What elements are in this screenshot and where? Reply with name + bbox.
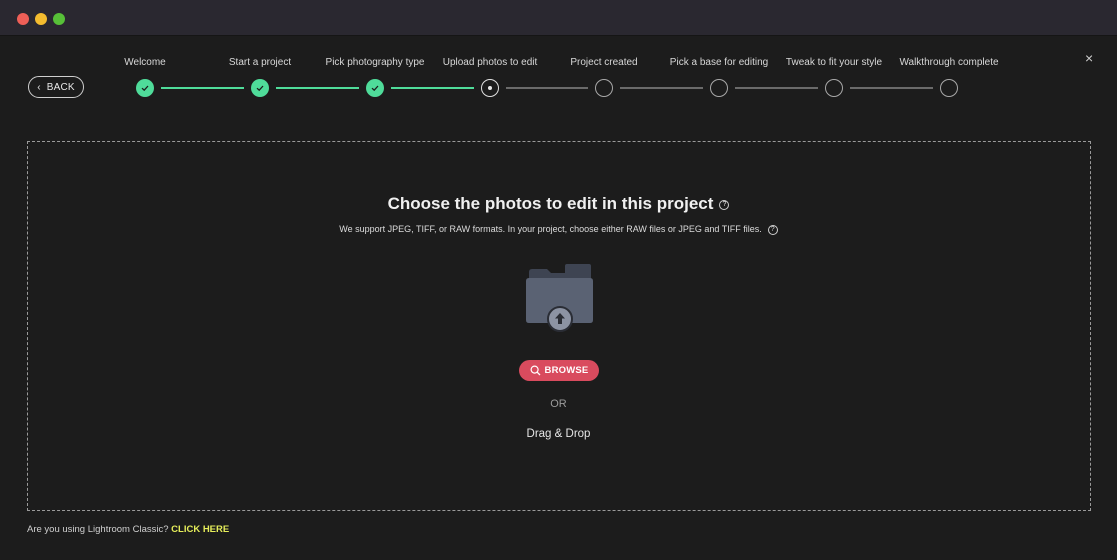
step-node-welcome	[136, 79, 154, 97]
close-window-button[interactable]	[17, 13, 29, 25]
drag-drop-label: Drag & Drop	[526, 428, 591, 440]
step-label-pick-base: Pick a base for editing	[669, 57, 769, 68]
check-icon	[371, 85, 379, 92]
page-title: Choose the photos to edit in this projec…	[0, 194, 1117, 214]
page-title-text: Choose the photos to edit in this projec…	[387, 194, 714, 213]
click-here-link[interactable]: CLICK HERE	[171, 524, 229, 535]
check-icon	[141, 85, 149, 92]
search-icon	[530, 365, 540, 376]
help-icon[interactable]: ?	[767, 224, 778, 235]
check-icon	[256, 85, 264, 92]
step-connector	[506, 87, 588, 89]
lightroom-classic-prompt: Are you using Lightroom Classic? CLICK H…	[27, 524, 229, 535]
help-icon[interactable]: ?	[719, 199, 730, 210]
step-node-project-created	[595, 79, 613, 97]
step-label-upload-photos: Upload photos to edit	[442, 57, 538, 68]
step-connector	[276, 87, 359, 89]
back-button-label: BACK	[46, 81, 75, 93]
step-connector	[735, 87, 818, 89]
browse-button-label: BROWSE	[544, 365, 589, 376]
or-separator: OR	[550, 398, 567, 410]
step-label-photography-type: Pick photography type	[325, 57, 425, 68]
step-label-project-created: Project created	[570, 57, 638, 68]
close-icon[interactable]: ×	[1085, 50, 1093, 66]
step-node-pick-base	[710, 79, 728, 97]
step-label-start-project: Start a project	[228, 57, 292, 68]
zoom-window-button[interactable]	[53, 13, 65, 25]
step-connector	[620, 87, 703, 89]
window-titlebar	[0, 0, 1117, 36]
chevron-left-icon: ‹	[37, 81, 41, 93]
step-node-start-project	[251, 79, 269, 97]
folder-upload-icon	[525, 262, 595, 334]
format-support-label: We support JPEG, TIFF, or RAW formats. I…	[339, 224, 762, 234]
step-connector	[161, 87, 244, 89]
format-support-text: We support JPEG, TIFF, or RAW formats. I…	[0, 224, 1117, 235]
step-connector	[850, 87, 933, 89]
footer-question: Are you using Lightroom Classic?	[27, 524, 169, 535]
browse-button[interactable]: BROWSE	[519, 360, 599, 381]
minimize-window-button[interactable]	[35, 13, 47, 25]
step-node-walkthrough-complete	[940, 79, 958, 97]
step-connector	[391, 87, 474, 89]
step-node-photography-type	[366, 79, 384, 97]
step-node-tweak-style	[825, 79, 843, 97]
step-label-walkthrough-complete: Walkthrough complete	[899, 57, 999, 68]
step-label-welcome: Welcome	[124, 57, 166, 68]
step-label-tweak-style: Tweak to fit your style	[785, 57, 883, 68]
step-node-upload-photos	[481, 79, 499, 97]
back-button[interactable]: ‹ BACK	[28, 76, 84, 98]
